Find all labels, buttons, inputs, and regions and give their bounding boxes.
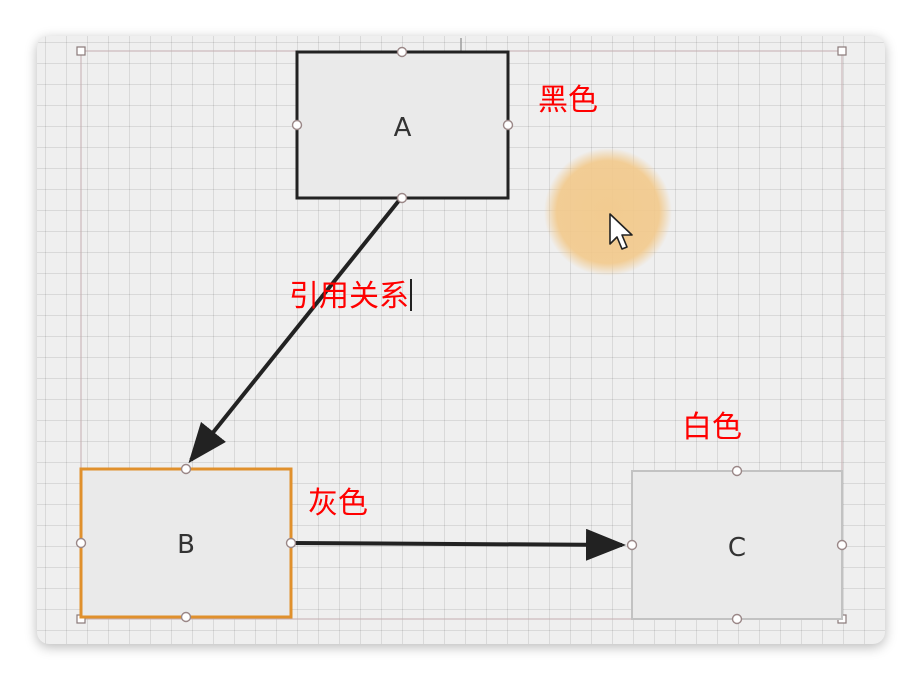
node-a-label: A bbox=[394, 113, 412, 143]
port-a-bottom[interactable] bbox=[396, 192, 408, 204]
port-a-top[interactable] bbox=[396, 46, 408, 58]
selection-handle-ne[interactable] bbox=[837, 46, 847, 56]
edge-label-text: 引用关系 bbox=[289, 279, 409, 314]
node-c[interactable]: C bbox=[631, 470, 843, 620]
text-caret bbox=[410, 279, 412, 311]
node-b-label: B bbox=[177, 530, 195, 560]
annotation-b-color: 灰色 bbox=[308, 486, 368, 521]
port-c-left[interactable] bbox=[626, 539, 638, 551]
annotation-a-color: 黑色 bbox=[538, 83, 598, 118]
cursor-highlight bbox=[544, 148, 672, 276]
diagram-overlay: A B C bbox=[75, 38, 848, 625]
edge-label[interactable]: 引用关系 bbox=[289, 279, 412, 312]
edge-a-to-b[interactable] bbox=[188, 196, 403, 464]
port-b-bottom[interactable] bbox=[180, 611, 192, 623]
port-b-left[interactable] bbox=[75, 537, 87, 549]
port-a-right[interactable] bbox=[502, 119, 514, 131]
edge-b-to-c[interactable] bbox=[290, 528, 626, 561]
port-c-right[interactable] bbox=[836, 539, 848, 551]
port-b-right[interactable] bbox=[285, 537, 297, 549]
node-b[interactable]: B bbox=[79, 467, 293, 619]
node-a[interactable]: A bbox=[295, 50, 510, 200]
port-c-top[interactable] bbox=[731, 465, 743, 477]
port-a-left[interactable] bbox=[291, 119, 303, 131]
annotation-c-color: 白色 bbox=[682, 410, 742, 445]
port-b-top[interactable] bbox=[180, 463, 192, 475]
port-c-bottom[interactable] bbox=[731, 613, 743, 625]
node-c-label: C bbox=[728, 533, 746, 563]
selection-handle-nw[interactable] bbox=[76, 46, 86, 56]
